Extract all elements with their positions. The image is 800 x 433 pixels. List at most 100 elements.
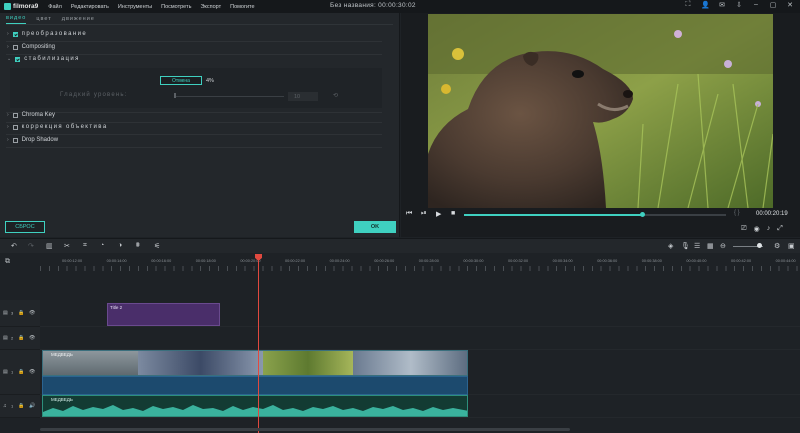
eye-icon[interactable]: 👁 [29,310,35,316]
video-preview[interactable] [428,14,773,208]
audio-waveform [43,405,467,416]
undo-icon[interactable]: ↶ [11,242,17,250]
smooth-level-value[interactable]: 10 [288,92,318,101]
ruler-tick-label: 00:00:40:00 [686,259,707,263]
maximize-icon[interactable]: ▢ [769,1,777,9]
zoom-out-icon[interactable]: ⊖ [720,242,726,250]
cart-icon[interactable]: ⛶ [684,1,692,9]
lock-icon[interactable]: 🔒 [18,403,24,409]
chevron-right-icon: › [7,124,9,130]
color-icon[interactable]: ◑ [118,242,122,249]
account-icon[interactable]: 👤 [701,1,710,9]
zoom-fit-icon[interactable]: ▣ [788,242,795,250]
smooth-level-slider[interactable] [174,96,284,97]
chroma-key-checkbox[interactable] [12,112,18,118]
ruler-tick-label: 00:00:28:00 [418,259,439,263]
lock-icon[interactable]: 🔒 [18,310,24,316]
menu-bar: Файл Редактировать Инструменты Посмотрет… [48,4,263,10]
add-track-icon[interactable]: ⧉ [5,258,10,266]
stop-icon[interactable]: ■ [451,210,455,217]
display-settings-icon[interactable]: ⎚ [741,225,747,233]
lock-icon[interactable]: 🔒 [18,335,24,341]
section-chroma-key[interactable]: › Chroma Key [7,112,55,118]
section-drop-shadow[interactable]: › Drop Shadow [7,137,58,143]
menu-export[interactable]: Экспорт [200,4,221,10]
previous-frame-icon[interactable]: ⏮ [406,210,412,218]
tab-video[interactable]: видео [6,15,27,24]
preview-panel: ⏮ ⏯ ▶ ■ { } 00:00:20:19 ⎚ ◉ ♪ ⤢ [401,13,800,237]
video-clip-audio-lane[interactable] [42,376,468,395]
chevron-right-icon: › [7,112,9,118]
smooth-level-label: Гладкий уровень: [60,92,128,98]
mark-in-out-icon[interactable]: { } [734,210,740,216]
reset-button[interactable]: СБРОС [5,221,45,233]
playback-controls: ⏮ ⏯ ▶ ■ { } 00:00:20:19 [401,209,800,221]
menu-view[interactable]: Посмотреть [161,4,191,10]
volume-icon[interactable]: ♪ [767,225,771,233]
speed-icon[interactable]: ◔ [100,242,104,249]
drop-shadow-checkbox[interactable] [12,137,18,143]
track-video-2[interactable] [40,327,800,350]
marmot-video-frame [428,14,773,208]
audio-clip[interactable]: МЕДВЕДЬ [42,395,468,417]
play-icon[interactable]: ▶ [436,210,441,218]
timeline-view-icon[interactable]: ▦ [707,242,714,250]
title-bar: filmora9 Файл Редактировать Инструменты … [0,0,800,13]
ok-button[interactable]: OK [354,221,396,233]
video-clip-label: МЕДВЕДЬ [51,352,73,357]
crop-icon[interactable]: ⌗ [83,242,87,250]
ruler-tick-label: 00:00:30:00 [463,259,484,263]
smooth-level-slider-handle[interactable] [174,93,176,98]
section-stabilization[interactable]: ⌄ стабилизация [7,56,80,62]
redo-icon[interactable]: ↷ [28,242,34,250]
fullscreen-icon[interactable]: ⤢ [777,225,783,233]
lens-correction-checkbox[interactable] [12,124,18,130]
transform-checkbox[interactable] [12,31,18,37]
divider [6,54,382,55]
stabilization-settings [10,68,382,108]
menu-edit[interactable]: Редактировать [71,4,109,10]
section-compositing[interactable]: › Compositing [7,44,55,50]
section-transform[interactable]: › преобразование [7,31,87,37]
speaker-icon[interactable]: 🔊 [29,403,35,409]
ruler-tick-label: 00:00:42:00 [731,259,752,263]
play-pause-icon[interactable]: ⏯ [421,210,427,218]
smooth-reset-icon[interactable]: ⟲ [333,92,338,99]
compositing-checkbox[interactable] [12,44,18,50]
eye-icon[interactable]: 👁 [29,369,35,375]
mail-icon[interactable]: ✉ [718,1,726,9]
track-header-audio-1: ♫ 1 🔒 🔊 [0,395,40,418]
menu-file[interactable]: Файл [48,4,62,10]
marker-icon[interactable]: ◈ [668,242,673,250]
close-icon[interactable]: ✕ [786,1,794,9]
microphone-icon[interactable]: 🎙 [681,242,690,250]
snapshot-icon[interactable]: ◉ [754,225,760,233]
section-lens-correction[interactable]: › коррекция объектива [7,124,108,130]
stabilization-checkbox[interactable] [15,56,21,62]
download-icon[interactable]: ⇩ [735,1,743,9]
title-clip[interactable]: Title 2 [107,303,220,326]
tab-motion[interactable]: движение [62,16,95,24]
audio-mixer-icon[interactable]: ⩩ [136,242,140,250]
playback-progress-handle[interactable] [640,212,646,217]
settings-icon[interactable]: ⚙ [774,242,780,250]
eye-icon[interactable]: 👁 [29,335,35,341]
menu-help[interactable]: Помогите [230,4,254,10]
tab-color[interactable]: цвет [36,16,51,24]
playhead[interactable] [258,258,259,433]
stabilization-cancel-button[interactable]: Отмена [160,76,202,85]
lock-icon[interactable]: 🔒 [18,369,24,375]
scissors-icon[interactable]: ✂ [64,242,70,250]
clip-thumbnail [138,351,263,375]
menu-tools[interactable]: Инструменты [118,4,152,10]
ruler-tick-label: 00:00:24:00 [329,259,350,263]
ruler-tickmarks [40,266,800,271]
video-clip[interactable]: МЕДВЕДЬ [42,350,468,376]
zoom-slider-handle[interactable] [757,243,762,248]
voiceover-icon[interactable]: ☰ [694,242,700,250]
timeline-horizontal-scrollbar[interactable] [40,428,570,431]
adjust-icon[interactable]: ⚟ [154,242,160,250]
chevron-down-icon: ⌄ [7,56,12,62]
minimize-icon[interactable]: – [752,1,760,9]
trash-icon[interactable]: ▥ [46,242,53,250]
